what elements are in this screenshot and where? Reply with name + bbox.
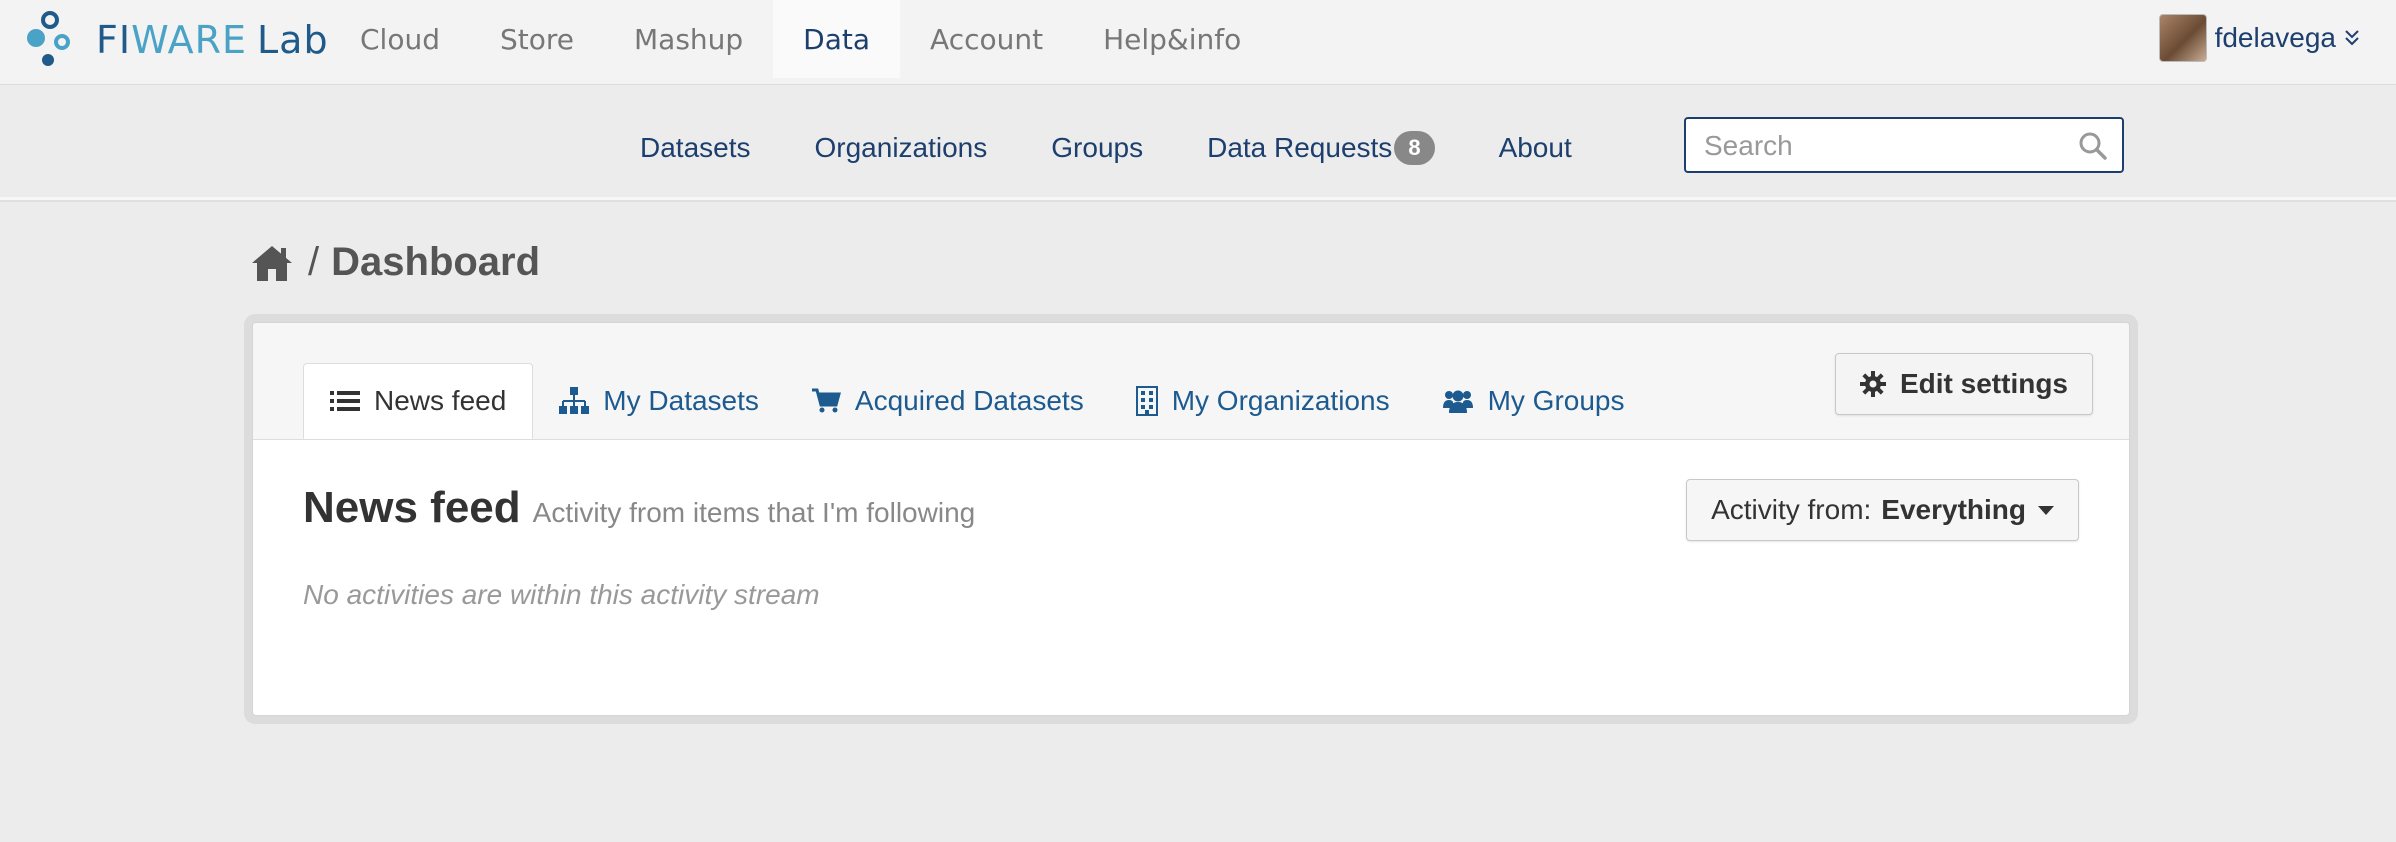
- news-feed-subtitle: Activity from items that I'm following: [532, 497, 976, 528]
- top-navbar: FIWARE Lab Cloud Store Mashup Data Accoun…: [0, 0, 2396, 85]
- list-icon: [330, 391, 360, 411]
- tab-label: Acquired Datasets: [854, 385, 1084, 416]
- breadcrumb-separator: /: [308, 240, 320, 284]
- edit-settings-label: Edit settings: [1899, 368, 2068, 399]
- topnav-help-info[interactable]: Help&info: [1073, 0, 1271, 78]
- topnav-account[interactable]: Account: [900, 0, 1073, 78]
- breadcrumb: / Dashboard: [250, 240, 540, 285]
- empty-activity-message: No activities are within this activity s…: [303, 579, 820, 610]
- topnav-data[interactable]: Data: [773, 0, 901, 78]
- activity-filter-dropdown[interactable]: Activity from: Everything: [1686, 479, 2079, 541]
- topnav-mashup[interactable]: Mashup: [604, 0, 773, 78]
- tab-label: My Groups: [1487, 385, 1625, 416]
- top-nav: Cloud Store Mashup Data Account Help&inf…: [330, 0, 1271, 78]
- tab-label: My Organizations: [1171, 385, 1390, 416]
- double-chevron-down-icon: [2345, 30, 2359, 46]
- dashboard-panel: News feed My Datasets Acquired Datasets …: [252, 322, 2130, 716]
- home-icon[interactable]: [250, 243, 294, 283]
- secondary-nav: Datasets Organizations Groups Data Reque…: [0, 85, 2396, 200]
- tab-news-feed[interactable]: News feed: [303, 363, 534, 439]
- building-icon: [1135, 386, 1158, 416]
- edit-settings-button[interactable]: Edit settings: [1834, 353, 2093, 415]
- topnav-store[interactable]: Store: [470, 0, 604, 78]
- fiware-bubbles-icon: [27, 11, 70, 66]
- tab-my-datasets[interactable]: My Datasets: [533, 363, 785, 439]
- dashboard-tabs-header: News feed My Datasets Acquired Datasets …: [253, 323, 2129, 440]
- tab-acquired-datasets[interactable]: Acquired Datasets: [785, 363, 1110, 439]
- search-icon[interactable]: [2078, 131, 2108, 161]
- tab-label: My Datasets: [603, 385, 759, 416]
- nav-groups[interactable]: Groups: [1051, 131, 1143, 165]
- data-requests-count-badge: 8: [1394, 131, 1435, 165]
- dashboard-tabs: News feed My Datasets Acquired Datasets …: [303, 363, 1651, 440]
- username: fdelavega: [2214, 22, 2336, 53]
- tab-label: News feed: [374, 385, 507, 416]
- avatar: [2158, 14, 2207, 62]
- group-icon: [1442, 390, 1473, 413]
- news-feed-title: News feed: [303, 483, 521, 532]
- nav-datasets[interactable]: Datasets: [640, 131, 751, 165]
- logo-text: FIWARE Lab: [96, 18, 329, 62]
- nav-data-requests[interactable]: Data Requests 8: [1207, 131, 1435, 165]
- gear-icon: [1859, 371, 1886, 397]
- sitemap-icon: [559, 387, 590, 414]
- data-requests-label: Data Requests: [1207, 132, 1393, 163]
- cart-icon: [811, 388, 841, 413]
- user-menu[interactable]: fdelavega: [2158, 14, 2360, 62]
- fiware-lab-logo[interactable]: FIWARE Lab: [24, 8, 329, 72]
- caret-down-icon: [2038, 505, 2054, 515]
- nav-about[interactable]: About: [1499, 131, 1572, 165]
- search-box: [1684, 117, 2124, 173]
- activity-filter-value: Everything: [1881, 494, 2026, 525]
- topnav-cloud[interactable]: Cloud: [330, 0, 470, 78]
- section-links: Datasets Organizations Groups Data Reque…: [640, 131, 1636, 165]
- news-feed-heading: News feed Activity from items that I'm f…: [303, 483, 975, 533]
- nav-organizations[interactable]: Organizations: [815, 131, 988, 165]
- activity-filter-label: Activity from:: [1711, 494, 1872, 525]
- page-title: Dashboard: [331, 240, 541, 284]
- tab-my-groups[interactable]: My Groups: [1416, 363, 1651, 439]
- tab-my-organizations[interactable]: My Organizations: [1110, 363, 1416, 439]
- search-input[interactable]: [1686, 119, 2066, 173]
